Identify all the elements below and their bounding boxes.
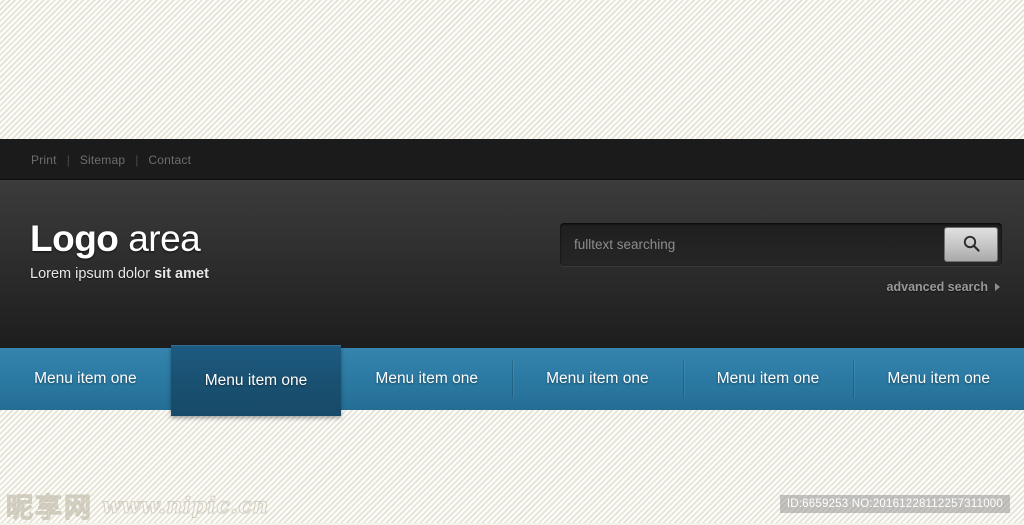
search-input[interactable] (560, 223, 932, 266)
logo-title-strong: Logo (30, 218, 119, 259)
logo-title: Logo area (30, 219, 209, 259)
logo-tagline: Lorem ipsum dolor sit amet (30, 266, 209, 282)
menu-item-label: Menu item one (375, 370, 478, 387)
menu-item-1[interactable]: Menu item one (0, 348, 171, 410)
utility-link-contact[interactable]: Contact (147, 153, 192, 167)
menu-item-4[interactable]: Menu item one (512, 348, 683, 410)
search-submit-button[interactable] (944, 227, 998, 262)
triangle-right-icon (995, 283, 1000, 291)
utility-separator: | (135, 152, 139, 167)
menu-item-2-active[interactable]: Menu item one (170, 345, 342, 416)
search-area: advanced search (560, 223, 1002, 296)
menu-item-5[interactable]: Menu item one (682, 348, 854, 410)
main-navigation: Menu item one Menu item one Menu item on… (0, 345, 1024, 416)
utility-bar: Print | Sitemap | Contact (0, 139, 1024, 180)
menu-item-3[interactable]: Menu item one (341, 348, 512, 410)
menu-item-label: Menu item one (887, 370, 990, 387)
menu-item-6[interactable]: Menu item one (853, 348, 1024, 410)
utility-links: Print | Sitemap | Contact (30, 139, 192, 180)
search-icon (962, 234, 981, 256)
logo-area[interactable]: Logo area Lorem ipsum dolor sit amet (30, 219, 209, 283)
advanced-search-link[interactable]: advanced search (887, 280, 1000, 294)
advanced-search-row: advanced search (560, 278, 1002, 296)
advanced-search-label: advanced search (886, 280, 988, 294)
menu-item-label: Menu item one (546, 370, 649, 387)
menu-item-label: Menu item one (34, 370, 137, 387)
utility-link-print[interactable]: Print (30, 153, 58, 167)
logo-title-light: area (128, 218, 201, 259)
logo-tagline-bold: sit amet (154, 266, 209, 282)
search-field-wrapper (560, 223, 1002, 266)
utility-link-sitemap[interactable]: Sitemap (79, 153, 126, 167)
menu-item-label: Menu item one (716, 370, 820, 387)
menu-item-label: Menu item one (204, 371, 308, 389)
site-header: Logo area Lorem ipsum dolor sit amet adv… (0, 180, 1024, 348)
utility-separator: | (66, 152, 70, 167)
logo-tagline-normal: Lorem ipsum dolor (30, 266, 151, 282)
